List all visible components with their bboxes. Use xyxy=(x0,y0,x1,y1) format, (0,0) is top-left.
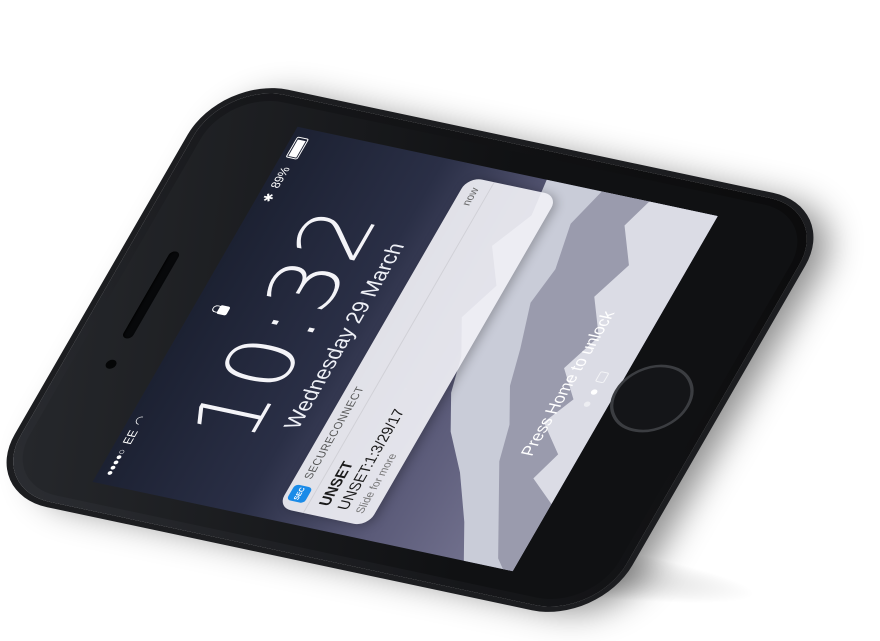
battery-icon xyxy=(285,136,310,160)
notification-time: now xyxy=(460,186,482,207)
battery-percentage: 89% xyxy=(267,165,294,190)
bluetooth-icon: ✱ xyxy=(259,191,279,204)
front-camera-icon xyxy=(103,358,119,370)
earpiece-speaker xyxy=(121,250,181,340)
signal-strength-icon: ●●●●○ xyxy=(102,448,129,477)
scene: ●●●●○ EE ◠ ✱ 89% 10:32 Wednesday 29 Marc… xyxy=(0,0,880,641)
page-dot-active xyxy=(589,388,599,396)
wifi-icon: ◠ xyxy=(130,414,150,427)
page-dot xyxy=(582,400,592,408)
carrier-label: EE xyxy=(119,428,142,446)
smartphone: ●●●●○ EE ◠ ✱ 89% 10:32 Wednesday 29 Marc… xyxy=(0,82,831,618)
lock-screen[interactable]: ●●●●○ EE ◠ ✱ 89% 10:32 Wednesday 29 Marc… xyxy=(92,126,718,572)
secureconnect-app-icon: SEC xyxy=(286,484,313,504)
lock-icon xyxy=(215,304,231,316)
